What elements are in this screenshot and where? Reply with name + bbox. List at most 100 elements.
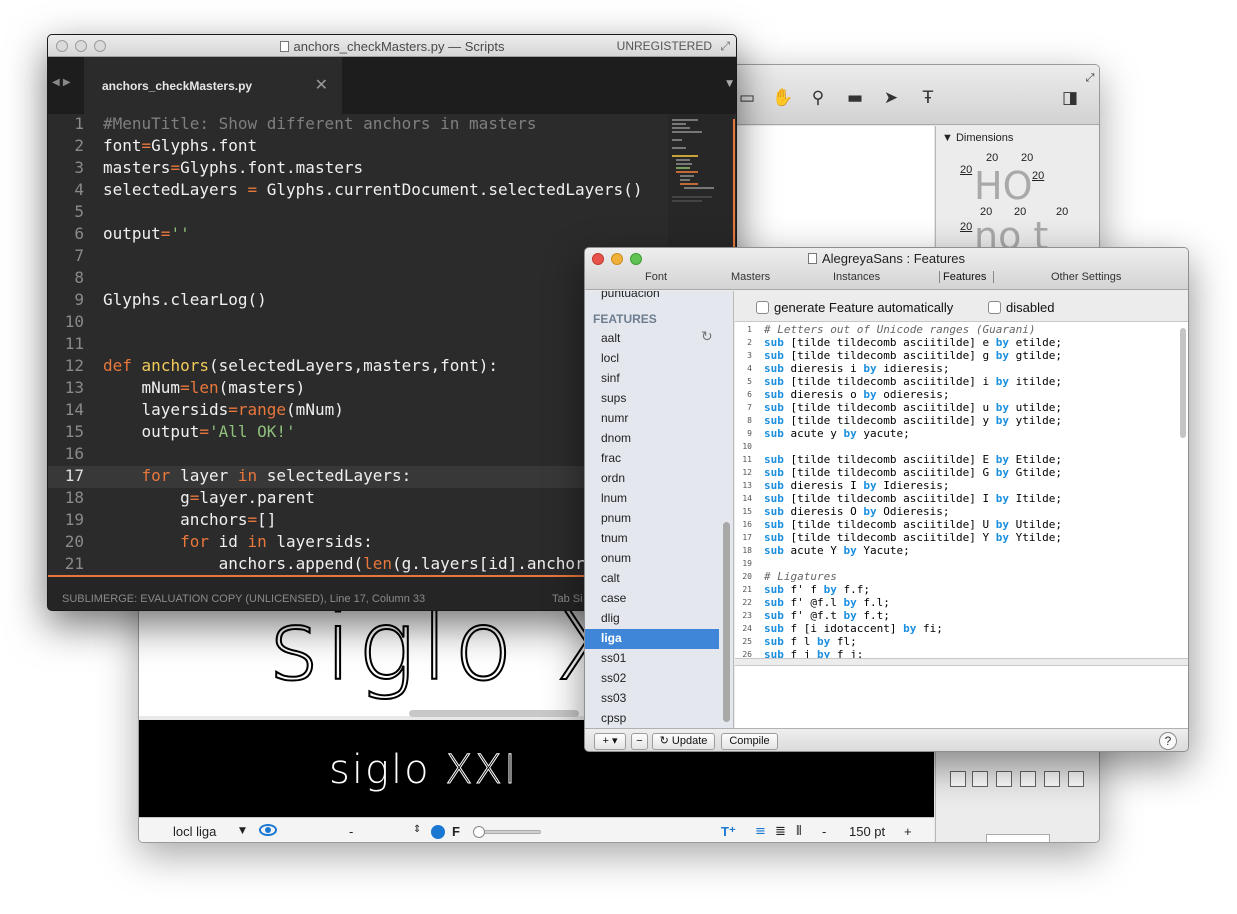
feature-code-line[interactable]: sub dieresis O by Odieresis;	[764, 505, 949, 518]
tab-instances[interactable]: Instances	[833, 271, 880, 283]
sidebar-toggle-icon[interactable]: ◨	[1059, 87, 1081, 109]
feature-code-scrollbar[interactable]	[1180, 328, 1186, 438]
code-line[interactable]: selectedLayers = Glyphs.currentDocument.…	[103, 180, 642, 199]
update-button[interactable]: ↻ Update	[652, 733, 715, 750]
size-slider[interactable]	[473, 826, 541, 838]
disabled-label[interactable]: disabled	[1006, 300, 1054, 315]
generate-automatically-checkbox[interactable]	[756, 301, 769, 314]
code-line[interactable]: layersids=range(mNum)	[103, 400, 344, 419]
sidebar-item-ss02[interactable]: ss02	[601, 671, 626, 685]
metric-value[interactable]: 20	[1021, 152, 1033, 164]
feature-code-line[interactable]: sub [tilde tildecomb asciitilde] U by Ut…	[764, 518, 1062, 531]
sidebar-item-aalt[interactable]: aalt	[601, 331, 620, 345]
canvas-scrollbar[interactable]	[409, 710, 579, 717]
stepper-icon[interactable]: ⇕	[413, 824, 421, 835]
hand-tool-icon[interactable]: ✋	[772, 87, 794, 109]
tab-font[interactable]: Font	[645, 271, 667, 283]
align-center-icon[interactable]: ≣	[775, 824, 786, 839]
sidebar-item-calt[interactable]: calt	[601, 571, 620, 585]
code-line[interactable]: for id in layersids:	[103, 532, 373, 551]
align-button[interactable]	[1044, 771, 1060, 787]
tab-features[interactable]: Features	[943, 271, 986, 283]
sidebar-item-ss03[interactable]: ss03	[601, 691, 626, 705]
feature-code-line[interactable]: sub f' @f.l by f.l;	[764, 596, 890, 609]
feature-code-line[interactable]: sub [tilde tildecomb asciitilde] I by It…	[764, 492, 1062, 505]
feature-code-line[interactable]: sub dieresis o by odieresis;	[764, 388, 949, 401]
remove-feature-button[interactable]: −	[631, 733, 648, 750]
sidebar-item-onum[interactable]: onum	[601, 551, 631, 565]
code-line[interactable]: masters=Glyphs.font.masters	[103, 158, 363, 177]
code-line[interactable]: output='All OK!'	[103, 422, 296, 441]
align-button[interactable]	[1068, 771, 1084, 787]
size-minus[interactable]: -	[822, 824, 826, 839]
feature-code-editor[interactable]: 1 2 3 4 5 6 7 8 9 10 11 12 13 14 15 16 17 18 19 20 21 22 23 24 2…	[735, 322, 1188, 658]
size-plus[interactable]: +	[904, 824, 912, 839]
features-sidebar[interactable]: puntuacion FEATURES ↻ aalt locl sinf sups nu…	[585, 291, 734, 728]
sidebar-item-puntuacion[interactable]: puntuacion	[601, 291, 660, 300]
metric-value[interactable]: 20	[1056, 206, 1068, 218]
metric-value[interactable]: 20	[980, 206, 992, 218]
feature-code-line[interactable]: sub acute y by yacute;	[764, 427, 910, 440]
zoom-tool-icon[interactable]: ⚲	[807, 87, 829, 109]
sidebar-item-sinf[interactable]: sinf	[601, 371, 620, 385]
tab-size-indicator[interactable]: Tab Si	[552, 593, 583, 605]
disabled-checkbox[interactable]	[988, 301, 1001, 314]
text-tool-icon[interactable]: Ŧ	[917, 87, 939, 109]
code-line[interactable]: font=Glyphs.font	[103, 136, 257, 155]
sidebar-item-ss01[interactable]: ss01	[601, 651, 626, 665]
prefix-pane[interactable]	[735, 666, 1188, 728]
dimensions-header[interactable]: ▼ Dimensions	[942, 132, 1013, 144]
feature-code-line[interactable]: sub dieresis i by idieresis;	[764, 362, 949, 375]
feature-code-line[interactable]: sub dieresis I by Idieresis;	[764, 479, 949, 492]
sidebar-item-ordn[interactable]: ordn	[601, 471, 625, 485]
feature-code-line[interactable]: sub f l by fl;	[764, 635, 857, 648]
feature-code-line[interactable]: sub [tilde tildecomb asciitilde] G by Gt…	[764, 466, 1062, 479]
slider-knob[interactable]	[473, 826, 485, 838]
feature-code-line[interactable]: sub [tilde tildecomb asciitilde] y by yt…	[764, 414, 1062, 427]
tab-anchors-checkmasters[interactable]: anchors_checkMasters.py ✕	[84, 57, 342, 114]
type-tool-icon[interactable]: T⁺	[721, 824, 736, 840]
feature-code-line[interactable]: sub [tilde tildecomb asciitilde] E by Et…	[764, 453, 1062, 466]
select-tool-icon[interactable]: ➤	[880, 87, 902, 109]
feature-code-line[interactable]: sub [tilde tildecomb asciitilde] e by et…	[764, 336, 1062, 349]
sidebar-item-dnom[interactable]: dnom	[601, 431, 631, 445]
sidebar-item-lnum[interactable]: lnum	[601, 491, 627, 505]
fullscreen-icon[interactable]: ⤢	[1079, 67, 1099, 89]
feature-code-line[interactable]: sub acute Y by Yacute;	[764, 544, 910, 557]
code-line[interactable]: def anchors(selectedLayers,masters,font)…	[103, 356, 498, 375]
metric-value[interactable]: 20	[986, 152, 998, 164]
feature-code-line[interactable]: sub [tilde tildecomb asciitilde] g by gt…	[764, 349, 1062, 362]
align-button[interactable]	[950, 771, 966, 787]
tab-other-settings[interactable]: Other Settings	[1051, 271, 1121, 283]
feature-code-line[interactable]: sub [tilde tildecomb asciitilde] u by ut…	[764, 401, 1062, 414]
align-button[interactable]	[1020, 771, 1036, 787]
feature-code-line[interactable]: sub f j by f j;	[764, 648, 863, 658]
sidebar-item-pnum[interactable]: pnum	[601, 511, 631, 525]
sidebar-item-frac[interactable]: frac	[601, 451, 621, 465]
add-feature-button[interactable]: + ▾	[594, 733, 626, 750]
eye-icon[interactable]	[259, 824, 277, 836]
feature-code-line[interactable]: # Ligatures	[764, 570, 837, 583]
code-line[interactable]: anchors=[]	[103, 510, 276, 529]
fullscreen-icon[interactable]: ⤢	[720, 39, 730, 54]
code-line[interactable]: #MenuTitle: Show different anchors in ma…	[103, 114, 536, 133]
close-tab-icon[interactable]: ✕	[315, 75, 328, 94]
sidebar-item-dlig[interactable]: dlig	[601, 611, 620, 625]
tab-nav-arrows-icon[interactable]: ◀ ▶	[52, 77, 71, 88]
feature-code-line[interactable]: sub f [i idotaccent] by fi;	[764, 622, 943, 635]
sidebar-item-case[interactable]: case	[601, 591, 626, 605]
metric-value[interactable]: 20	[1032, 170, 1044, 182]
sidebar-item-liga[interactable]: liga	[601, 631, 622, 645]
feature-code-line[interactable]: sub f' @f.t by f.t;	[764, 609, 890, 622]
sidebar-item-cpsp[interactable]: cpsp	[601, 711, 626, 725]
sidebar-item-tnum[interactable]: tnum	[601, 531, 628, 545]
sidebar-item-locl[interactable]: locl	[601, 351, 619, 365]
master-dash[interactable]: -	[349, 824, 353, 839]
color-circle-icon[interactable]	[431, 825, 445, 839]
annotation-tool-icon[interactable]: ▭	[736, 87, 758, 109]
code-line[interactable]: mNum=len(masters)	[103, 378, 306, 397]
help-button[interactable]: ?	[1159, 732, 1177, 750]
format-f-label[interactable]: F	[452, 824, 460, 839]
sidebar-item-sups[interactable]: sups	[601, 391, 626, 405]
metric-value[interactable]: 20	[960, 221, 972, 233]
